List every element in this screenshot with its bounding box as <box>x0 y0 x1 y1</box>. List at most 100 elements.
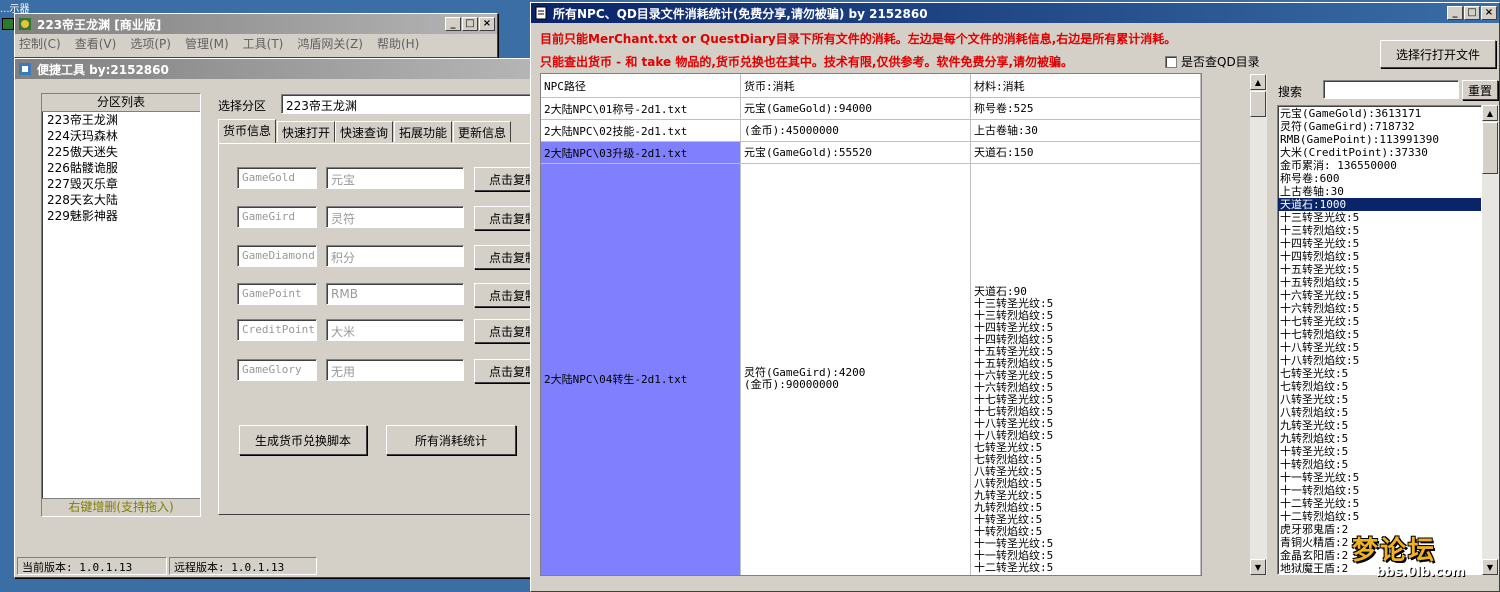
partition-item[interactable]: 225傲天迷失 <box>42 144 200 160</box>
summary-item[interactable]: 十四转圣光纹:5 <box>1278 237 1481 250</box>
summary-item[interactable]: 十二转烈焰纹:5 <box>1278 510 1481 523</box>
summary-item[interactable]: 元宝(GameGold):3613171 <box>1278 107 1481 120</box>
search-input[interactable] <box>1323 80 1459 99</box>
all-stats-button[interactable]: 所有消耗统计 <box>386 425 516 455</box>
tab-currency-info[interactable]: 货币信息 <box>218 119 277 143</box>
summary-item[interactable]: 十六转圣光纹:5 <box>1278 289 1481 302</box>
grid-scroll-thumb[interactable] <box>1250 91 1266 117</box>
stats-maximize-button[interactable]: □ <box>1464 6 1480 20</box>
qd-checkbox-wrap[interactable]: 是否查QD目录 <box>1165 53 1260 70</box>
summary-item[interactable]: 十五转烈焰纹:5 <box>1278 276 1481 289</box>
currency-name-field[interactable]: 灵符 <box>326 206 464 228</box>
grid-currency-cell[interactable]: 灵符(GameGird):4200 (金币):90000000 <box>741 164 971 575</box>
currency-code-field[interactable]: GameGlory <box>237 359 317 381</box>
grid-scrollbar[interactable]: ▲ ▼ <box>1250 74 1267 575</box>
copy-button[interactable]: 点击复制 <box>474 283 534 307</box>
currency-name-field[interactable]: 积分 <box>326 245 464 267</box>
summary-item[interactable]: 金币累消: 136550000 <box>1278 159 1481 172</box>
summary-item[interactable]: 十七转烈焰纹:5 <box>1278 328 1481 341</box>
grid-header-cell[interactable]: 材料:消耗 <box>971 74 1201 98</box>
partition-item[interactable]: 223帝王龙渊 <box>42 112 200 128</box>
menu-control[interactable]: 控制(C) <box>19 35 61 52</box>
partition-item[interactable]: 226骷髅诡服 <box>42 160 200 176</box>
grid-header-cell[interactable]: NPC路径 <box>541 74 741 98</box>
tab-quick-query[interactable]: 快速查询 <box>335 121 394 142</box>
grid-scroll-up[interactable]: ▲ <box>1250 74 1266 90</box>
menu-view[interactable]: 查看(V) <box>75 35 117 52</box>
summary-item[interactable]: 十四转烈焰纹:5 <box>1278 250 1481 263</box>
summary-item[interactable]: 十八转圣光纹:5 <box>1278 341 1481 354</box>
grid-currency-cell[interactable]: 元宝(GameGold):55520 <box>741 142 971 164</box>
grid-path-cell[interactable]: 2大陆NPC\02技能-2d1.txt <box>541 120 741 142</box>
currency-name-field[interactable]: 无用 <box>326 359 464 381</box>
generate-script-button[interactable]: 生成货币兑换脚本 <box>239 425 367 455</box>
currency-code-field[interactable]: GameGird <box>237 206 317 228</box>
summary-scroll-thumb[interactable] <box>1482 122 1498 174</box>
summary-item[interactable]: 天道石:1000 <box>1278 198 1481 211</box>
currency-code-field[interactable]: GamePoint <box>237 283 317 305</box>
copy-button[interactable]: 点击复制 <box>474 319 534 343</box>
stats-close-button[interactable]: × <box>1481 6 1497 20</box>
menu-manage[interactable]: 管理(M) <box>185 35 229 52</box>
qd-checkbox[interactable] <box>1165 55 1177 68</box>
partition-item[interactable]: 229魅影神器 <box>42 208 200 224</box>
summary-item[interactable]: 十转圣光纹:5 <box>1278 445 1481 458</box>
menu-options[interactable]: 选项(P) <box>130 35 171 52</box>
summary-item[interactable]: RMB(GamePoint):113991390 <box>1278 133 1481 146</box>
partition-item[interactable]: 228天玄大陆 <box>42 192 200 208</box>
desktop-app-icon[interactable] <box>2 18 14 30</box>
summary-item[interactable]: 九转烈焰纹:5 <box>1278 432 1481 445</box>
summary-item[interactable]: 大米(CreditPoint):37330 <box>1278 146 1481 159</box>
stats-window-titlebar[interactable]: 所有NPC、QD目录文件消耗统计(免费分享,请勿被骗) by 2152860 _… <box>531 3 1499 23</box>
currency-code-field[interactable]: GameDiamond <box>237 245 317 267</box>
partition-item[interactable]: 227毁灭乐章 <box>42 176 200 192</box>
maximize-button[interactable]: □ <box>462 17 478 31</box>
tool-window-titlebar[interactable]: 便捷工具 by:2152860 <box>15 59 533 79</box>
stats-minimize-button[interactable]: _ <box>1447 6 1463 20</box>
tab-extensions[interactable]: 拓展功能 <box>394 121 453 142</box>
grid-path-cell[interactable]: 2大陆NPC\03升级-2d1.txt <box>541 142 741 164</box>
grid-currency-cell[interactable]: (金币):45000000 <box>741 120 971 142</box>
tab-quick-open[interactable]: 快速打开 <box>277 121 336 142</box>
summary-scrollbar[interactable]: ▲ ▼ <box>1482 105 1499 575</box>
summary-item[interactable]: 七转烈焰纹:5 <box>1278 380 1481 393</box>
summary-item[interactable]: 十七转圣光纹:5 <box>1278 315 1481 328</box>
grid-material-cell[interactable]: 天道石:90 十三转圣光纹:5 十三转烈焰纹:5 十四转圣光纹:5 十四转烈焰纹:5 十五… <box>971 164 1201 575</box>
summary-item[interactable]: 七转圣光纹:5 <box>1278 367 1481 380</box>
currency-name-field[interactable]: RMB <box>326 283 464 305</box>
copy-button[interactable]: 点击复制 <box>474 167 534 191</box>
currency-code-field[interactable]: GameGold <box>237 167 317 189</box>
menu-tools[interactable]: 工具(T) <box>243 35 284 52</box>
summary-scroll-up[interactable]: ▲ <box>1482 105 1498 121</box>
grid-material-cell[interactable]: 天道石:150 <box>971 142 1201 164</box>
currency-name-field[interactable]: 大米 <box>326 319 464 341</box>
summary-item[interactable]: 八转圣光纹:5 <box>1278 393 1481 406</box>
menu-gateway[interactable]: 鸿盾网关(Z) <box>297 35 363 52</box>
partition-select[interactable]: 223帝王龙渊 <box>281 94 533 114</box>
grid-path-cell[interactable]: 2大陆NPC\04转生-2d1.txt <box>541 164 741 575</box>
reset-button[interactable]: 重置 <box>1462 80 1498 100</box>
copy-button[interactable]: 点击复制 <box>474 245 534 269</box>
grid-currency-cell[interactable]: 元宝(GameGold):94000 <box>741 98 971 120</box>
summary-item[interactable]: 灵符(GameGird):718732 <box>1278 120 1481 133</box>
partition-item[interactable]: 224沃玛森林 <box>42 128 200 144</box>
summary-item[interactable]: 十三转烈焰纹:5 <box>1278 224 1481 237</box>
summary-item[interactable]: 十一转圣光纹:5 <box>1278 471 1481 484</box>
summary-item[interactable]: 十二转圣光纹:5 <box>1278 497 1481 510</box>
copy-button[interactable]: 点击复制 <box>474 359 534 383</box>
summary-item[interactable]: 十五转圣光纹:5 <box>1278 263 1481 276</box>
close-button[interactable]: × <box>479 17 495 31</box>
grid-path-cell[interactable]: 2大陆NPC\01称号-2d1.txt <box>541 98 741 120</box>
tab-update-info[interactable]: 更新信息 <box>453 121 512 142</box>
summary-item[interactable]: 九转圣光纹:5 <box>1278 419 1481 432</box>
grid-header-cell[interactable]: 货币:消耗 <box>741 74 971 98</box>
grid-material-cell[interactable]: 上古卷轴:30 <box>971 120 1201 142</box>
currency-code-field[interactable]: CreditPoint <box>237 319 317 341</box>
main-window-titlebar[interactable]: 223帝王龙渊 [商业版] _ □ × <box>15 14 497 34</box>
open-file-button[interactable]: 选择行打开文件 <box>1380 40 1496 68</box>
currency-name-field[interactable]: 元宝 <box>326 167 464 189</box>
copy-button[interactable]: 点击复制 <box>474 206 534 230</box>
summary-item[interactable]: 十三转圣光纹:5 <box>1278 211 1481 224</box>
summary-item[interactable]: 八转烈焰纹:5 <box>1278 406 1481 419</box>
menu-help[interactable]: 帮助(H) <box>377 35 419 52</box>
